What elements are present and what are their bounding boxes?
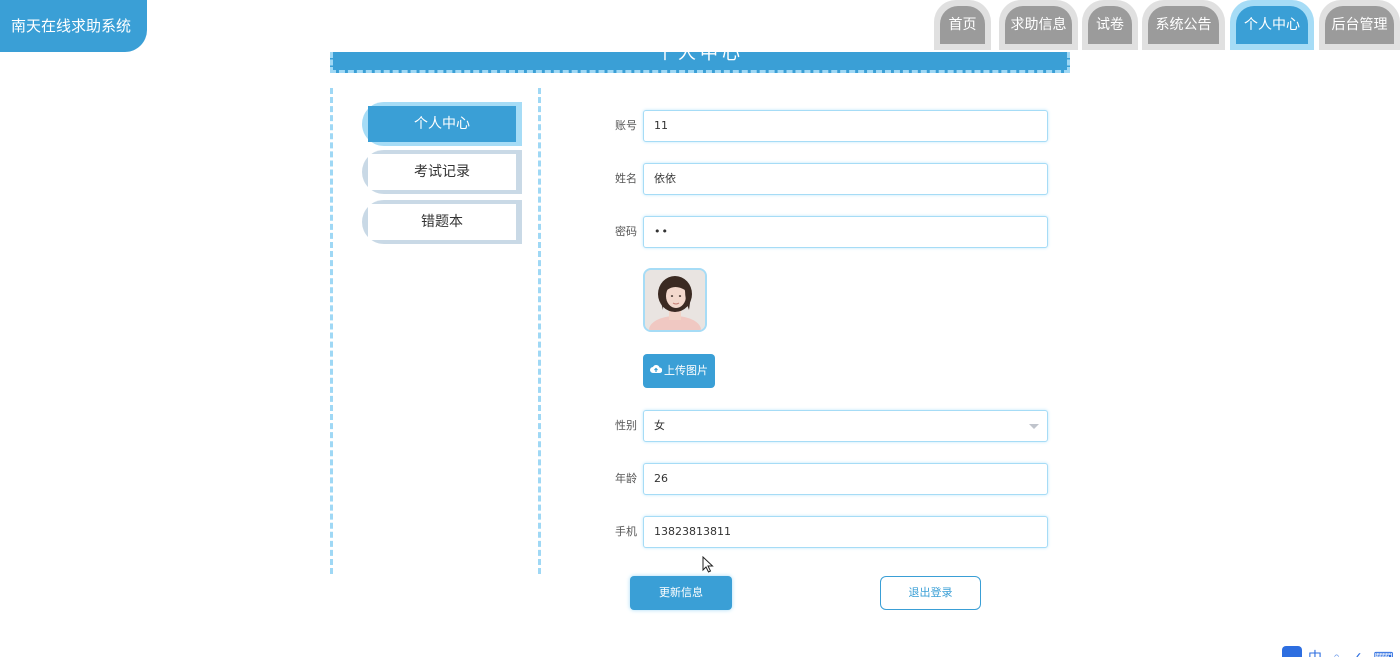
- account-label: 账号: [615, 119, 637, 132]
- cloud-upload-icon: [650, 354, 663, 388]
- phone-label: 手机: [615, 525, 637, 538]
- password-row: 密码 ••: [595, 216, 1055, 248]
- name-label: 姓名: [615, 172, 637, 185]
- nav-tab-home[interactable]: 首页: [934, 0, 991, 50]
- sidebar-item-label: 个人中心: [368, 106, 516, 142]
- account-input[interactable]: 11: [643, 110, 1048, 142]
- top-nav: 首页 求助信息 试卷 系统公告 个人中心 后台管理: [0, 0, 1400, 52]
- page-title-bar: 个人中心: [330, 52, 1070, 73]
- chevron-down-icon: [1029, 424, 1039, 429]
- phone-input[interactable]: 13823813811: [643, 516, 1048, 548]
- mouse-cursor-icon: [702, 555, 714, 577]
- sidebar-item-label: 错题本: [368, 204, 516, 240]
- upload-image-button[interactable]: 上传图片: [643, 354, 715, 388]
- logout-button[interactable]: 退出登录: [880, 576, 981, 610]
- gender-label: 性别: [615, 419, 637, 432]
- age-row: 年龄 26: [595, 463, 1055, 495]
- sidebar: 个人中心 考试记录 错题本: [330, 88, 541, 574]
- nav-tab-announcement[interactable]: 系统公告: [1142, 0, 1225, 50]
- page-title: 个人中心: [656, 52, 744, 64]
- nav-tab-admin[interactable]: 后台管理: [1319, 0, 1400, 50]
- nav-tab-label: 首页: [940, 6, 985, 44]
- gender-row: 性别 女: [595, 410, 1055, 442]
- gender-selected-value: 女: [654, 419, 665, 432]
- nav-tab-help-info[interactable]: 求助信息: [999, 0, 1078, 50]
- nav-tab-label: 系统公告: [1148, 6, 1219, 44]
- sidebar-item-personal-center[interactable]: 个人中心: [362, 102, 522, 146]
- age-input[interactable]: 26: [643, 463, 1048, 495]
- sidebar-item-mistake-book[interactable]: 错题本: [362, 200, 522, 244]
- account-row: 账号 11: [595, 110, 1055, 142]
- upload-image-label: 上传图片: [664, 364, 708, 377]
- update-info-button[interactable]: 更新信息: [630, 576, 732, 610]
- nav-tab-label: 个人中心: [1236, 6, 1308, 44]
- phone-row: 手机 13823813811: [595, 516, 1055, 548]
- ime-logo-icon: [1282, 646, 1302, 657]
- name-input[interactable]: 依依: [643, 163, 1048, 195]
- avatar: [643, 268, 707, 332]
- sidebar-item-exam-records[interactable]: 考试记录: [362, 150, 522, 194]
- avatar-image: [645, 270, 705, 330]
- nav-tab-personal-center[interactable]: 个人中心: [1230, 0, 1314, 50]
- age-label: 年龄: [615, 472, 637, 485]
- gender-select[interactable]: 女: [643, 410, 1048, 442]
- nav-tab-exam[interactable]: 试卷: [1082, 0, 1138, 50]
- ime-toolbar[interactable]: 中 ◦ ✓ ⌨ ▦ ⚙: [1282, 646, 1400, 657]
- nav-tab-label: 后台管理: [1325, 6, 1394, 44]
- sidebar-item-label: 考试记录: [368, 154, 516, 190]
- name-row: 姓名 依依: [595, 163, 1055, 195]
- password-input[interactable]: ••: [643, 216, 1048, 248]
- ime-status-icons: 中 ◦ ✓ ⌨ ▦ ⚙: [1308, 647, 1400, 657]
- password-label: 密码: [615, 225, 637, 238]
- nav-tab-label: 试卷: [1088, 6, 1132, 44]
- nav-tab-label: 求助信息: [1005, 6, 1072, 44]
